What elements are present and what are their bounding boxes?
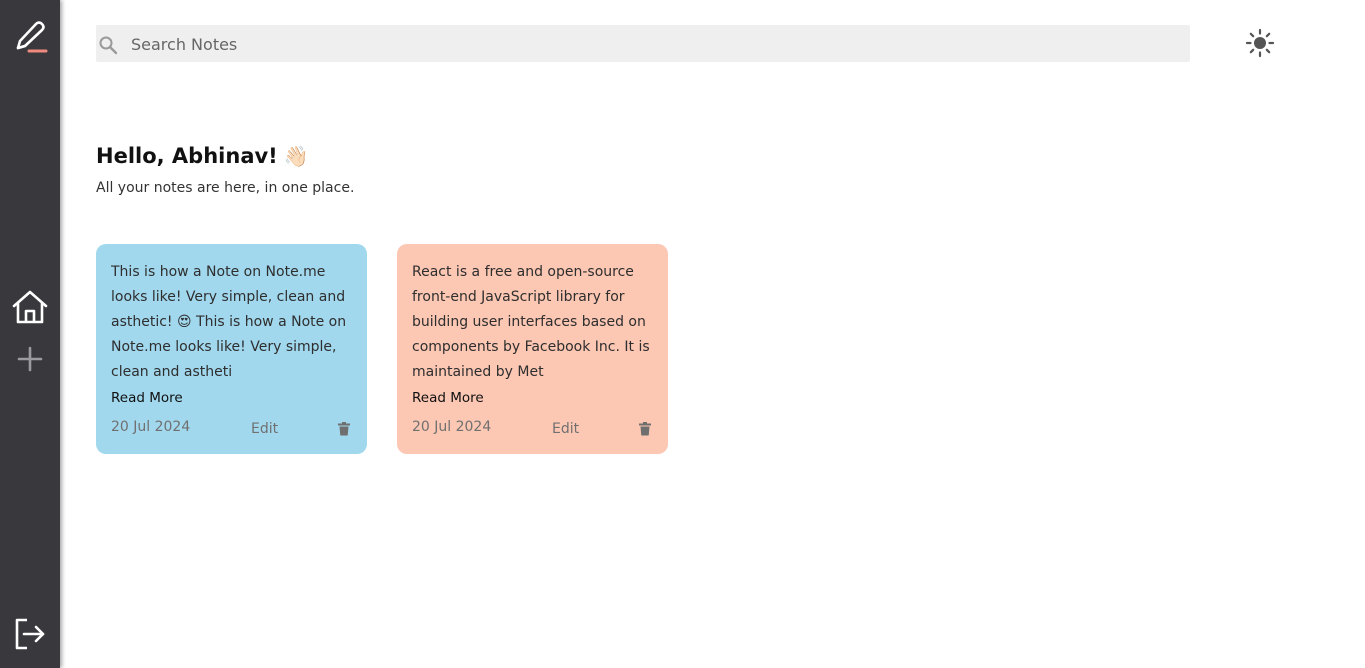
greeting-text: Hello, Abhinav!: [96, 144, 278, 168]
read-more-link[interactable]: Read More: [111, 390, 183, 406]
search-icon: [98, 35, 118, 59]
trash-icon[interactable]: [639, 421, 651, 440]
note-content: This is how a Note on Note.me looks like…: [111, 264, 347, 380]
theme-toggle-sun-icon[interactable]: [1245, 28, 1275, 62]
note-card[interactable]: React is a free and open-source front-en…: [397, 244, 668, 454]
add-note-plus-icon[interactable]: [0, 345, 60, 373]
search-bar: [96, 25, 1190, 64]
edit-button[interactable]: Edit: [251, 421, 278, 437]
note-content: React is a free and open-source front-en…: [412, 264, 650, 380]
search-input[interactable]: [129, 25, 1173, 64]
waving-hand-emoji: 👋🏻: [283, 144, 309, 168]
logout-icon[interactable]: [0, 617, 60, 651]
edit-button[interactable]: Edit: [552, 421, 579, 437]
trash-icon[interactable]: [338, 421, 350, 440]
note-date: 20 Jul 2024: [412, 419, 492, 435]
greeting-subtitle: All your notes are here, in one place.: [96, 180, 355, 196]
read-more-link[interactable]: Read More: [412, 390, 484, 406]
note-card[interactable]: This is how a Note on Note.me looks like…: [96, 244, 367, 454]
note-date: 20 Jul 2024: [111, 419, 191, 435]
sidebar: [0, 0, 60, 668]
home-icon[interactable]: [0, 288, 60, 326]
greeting-title: Hello, Abhinav! 👋🏻: [96, 144, 309, 168]
app-logo-pencil-icon[interactable]: [0, 18, 60, 54]
